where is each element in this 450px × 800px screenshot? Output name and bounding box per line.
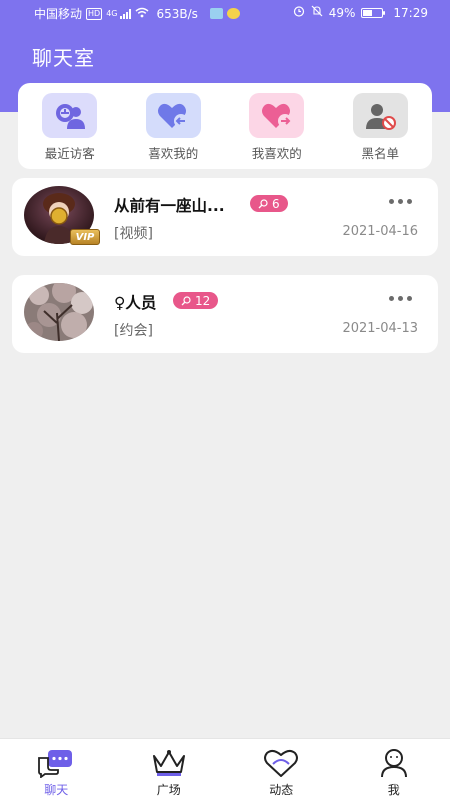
alarm-icon xyxy=(293,5,305,20)
quick-action-label: 黑名单 xyxy=(361,146,399,161)
search-icon xyxy=(258,198,268,208)
search-icon xyxy=(181,295,191,305)
liked-me-icon xyxy=(145,93,201,138)
quick-action-i-like[interactable]: 我喜欢的 xyxy=(232,93,322,162)
profile-icon xyxy=(377,747,411,779)
unread-count: 12 xyxy=(195,293,211,308)
quick-action-label: 我喜欢的 xyxy=(251,146,302,161)
bottom-nav: 聊天 广场 动态 我 xyxy=(0,738,450,800)
hd-badge: HD xyxy=(86,7,103,20)
crown-icon xyxy=(150,747,188,779)
mute-icon xyxy=(311,5,323,20)
heart-icon xyxy=(262,747,300,779)
page-title: 聊天室 xyxy=(32,46,95,70)
quick-action-label: 最近访客 xyxy=(44,146,95,161)
chat-icon xyxy=(36,747,76,779)
quick-action-liked-me[interactable]: 喜欢我的 xyxy=(128,93,218,162)
message-date: 2021-04-13 xyxy=(342,321,418,336)
chat-list-item[interactable]: ♀人员 12 [约会] 2021-04-13 xyxy=(12,275,438,353)
status-bar: 中国移动 HD 4G 653B/s 49% 17:29 xyxy=(0,0,450,26)
quick-action-blacklist[interactable]: 黑名单 xyxy=(335,93,425,162)
more-options-button[interactable] xyxy=(389,199,412,204)
carrier-text: 中国移动 xyxy=(34,7,83,21)
signal-icon xyxy=(119,8,131,19)
vip-badge: VIP xyxy=(70,229,100,245)
more-options-button[interactable] xyxy=(389,296,412,301)
unread-count-badge: 6 xyxy=(250,195,288,212)
chat-app-notification-icon xyxy=(226,8,240,19)
nav-label: 聊天 xyxy=(44,783,69,797)
clock: 17:29 xyxy=(393,5,428,20)
last-message-preview: [视频] xyxy=(114,226,153,242)
network-type: 4G xyxy=(106,9,118,18)
chat-list-item[interactable]: VIP 从前有一座山... 6 [视频] 2021-04-16 xyxy=(12,178,438,256)
chat-name: ♀人员 xyxy=(114,294,157,312)
app-notification-icon xyxy=(209,8,223,19)
visitor-icon xyxy=(42,93,98,138)
avatar[interactable] xyxy=(24,283,94,341)
i-like-icon xyxy=(249,93,305,138)
nav-tab-me[interactable]: 我 xyxy=(338,739,450,800)
battery-icon xyxy=(361,7,386,18)
nav-tab-moments[interactable]: 动态 xyxy=(225,739,338,800)
blacklist-icon xyxy=(352,93,408,138)
nav-label: 广场 xyxy=(156,783,181,797)
quick-actions-card: 最近访客 喜欢我的 我喜欢的 黑名单 xyxy=(18,83,432,169)
nav-tab-chat[interactable]: 聊天 xyxy=(0,739,113,800)
nav-label: 动态 xyxy=(269,783,294,797)
message-date: 2021-04-16 xyxy=(342,224,418,239)
wifi-icon xyxy=(135,7,149,21)
nav-tab-square[interactable]: 广场 xyxy=(113,739,226,800)
quick-action-label: 喜欢我的 xyxy=(148,146,199,161)
chat-name: 从前有一座山... xyxy=(114,197,225,215)
battery-percent: 49% xyxy=(328,5,356,20)
quick-action-recent-visitors[interactable]: 最近访客 xyxy=(25,93,115,162)
unread-count: 6 xyxy=(272,196,280,211)
net-speed: 653B/s xyxy=(156,6,198,21)
last-message-preview: [约会] xyxy=(114,323,153,339)
unread-count-badge: 12 xyxy=(173,292,219,309)
nav-label: 我 xyxy=(387,783,400,797)
